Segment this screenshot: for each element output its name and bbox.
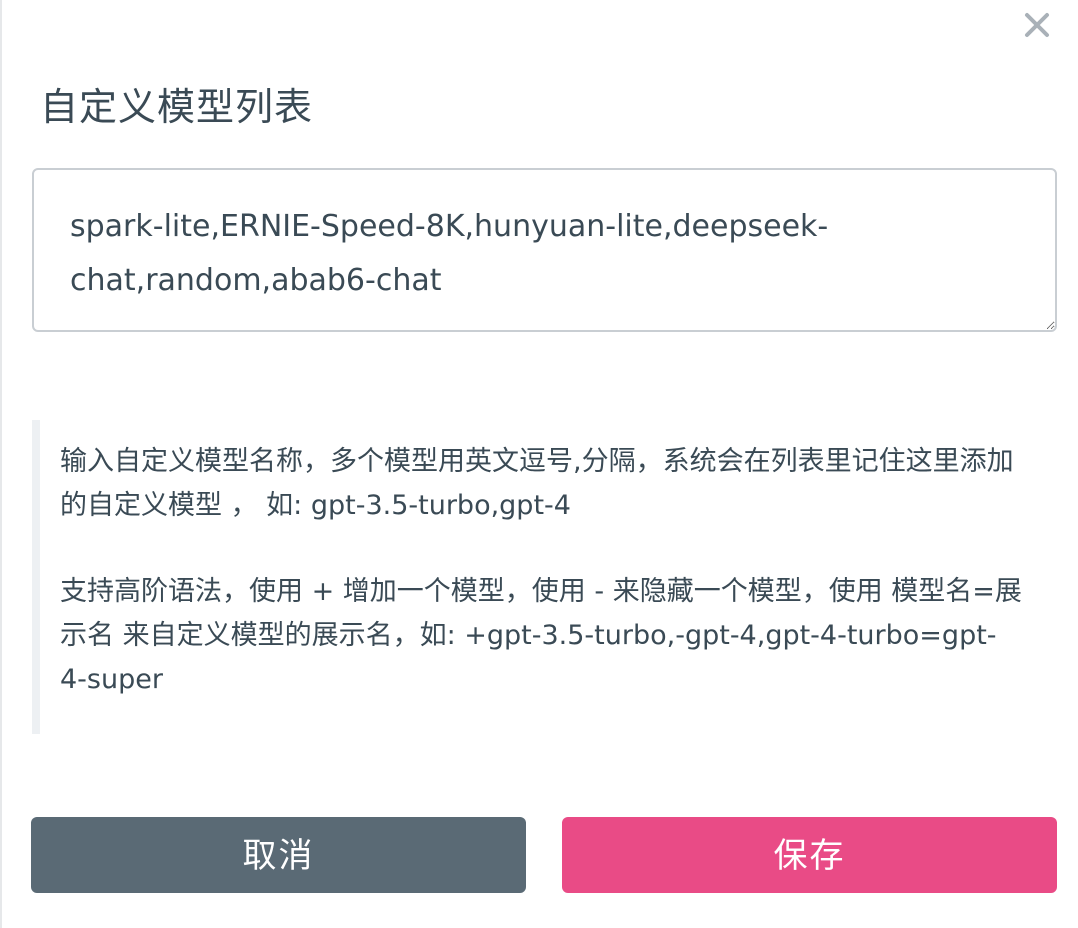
close-button[interactable] xyxy=(1022,10,1052,40)
custom-models-dialog: 自定义模型列表 spark-lite,ERNIE-Speed-8K,hunyua… xyxy=(0,0,1078,928)
models-textarea[interactable]: spark-lite,ERNIE-Speed-8K,hunyuan-lite,d… xyxy=(32,168,1057,332)
save-button[interactable]: 保存 xyxy=(562,817,1057,893)
help-paragraph-basic: 输入自定义模型名称，多个模型用英文逗号,分隔，系统会在列表里记住这里添加的自定义… xyxy=(60,446,1014,521)
cancel-button[interactable]: 取消 xyxy=(31,817,526,893)
close-icon xyxy=(1022,10,1052,40)
help-text: 输入自定义模型名称，多个模型用英文逗号,分隔，系统会在列表里记住这里添加的自定义… xyxy=(32,420,1022,734)
help-paragraph-advanced: 支持高阶语法，使用 + 增加一个模型，使用 - 来隐藏一个模型，使用 模型名=展… xyxy=(60,576,1022,695)
dialog-title: 自定义模型列表 xyxy=(40,85,314,129)
